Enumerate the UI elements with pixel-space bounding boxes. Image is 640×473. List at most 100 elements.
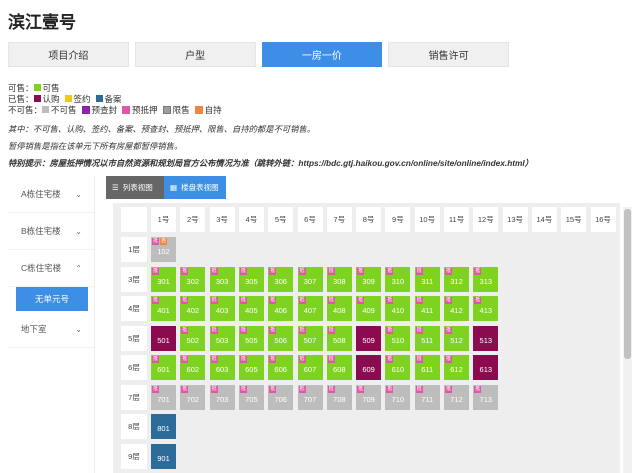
- unit-cell[interactable]: 608 抵: [326, 355, 352, 380]
- pre-mortgage-badge: 抵: [181, 267, 189, 275]
- unit-cell[interactable]: 709 抵: [356, 384, 382, 410]
- unit-cell[interactable]: 302 抵: [180, 266, 206, 292]
- unit-cell[interactable]: 311 抵: [414, 266, 440, 292]
- unit-cell[interactable]: 408 抵: [326, 296, 352, 321]
- unit-cell[interactable]: 403 抵: [209, 296, 235, 321]
- pre-mortgage-badge: 抵: [269, 326, 277, 334]
- unit-number: 512: [450, 335, 463, 345]
- unit-cell[interactable]: 410 抵: [385, 296, 411, 321]
- unit-cell[interactable]: 705 抵: [238, 384, 264, 410]
- unit-cell[interactable]: 508 抵: [326, 325, 352, 351]
- tab-bar: 项目介绍 户型 一房一价 销售许可: [8, 42, 509, 67]
- unit-cell[interactable]: 607 抵: [297, 355, 323, 380]
- unit-number: 506: [274, 335, 287, 345]
- unit-cell[interactable]: 301 抵: [151, 266, 176, 292]
- unit-cell[interactable]: 712 抵: [444, 384, 469, 410]
- unit-cell[interactable]: 707 抵: [297, 384, 323, 410]
- unit-number: 601: [157, 365, 170, 374]
- unit-cell[interactable]: 307 抵: [297, 266, 323, 292]
- unit-cell[interactable]: 713 抵: [473, 384, 499, 410]
- unit-cell[interactable]: 503 抵: [209, 325, 235, 351]
- unit-cell[interactable]: 612 抵: [444, 355, 469, 380]
- pre-mortgage-badge: 抵: [269, 267, 277, 275]
- unit-cell[interactable]: 610 抵: [385, 355, 411, 380]
- unit-cell[interactable]: 308 抵: [326, 266, 352, 292]
- pre-mortgage-badge: 抵: [298, 356, 306, 363]
- pre-mortgage-badge: 抵: [474, 267, 482, 275]
- pre-mortgage-badge: 抵: [239, 267, 247, 275]
- unit-cell[interactable]: 405 抵: [238, 296, 264, 321]
- unit-cell[interactable]: 303 抵: [209, 266, 235, 292]
- building-map-view-button[interactable]: ▦ 楼盘表视图: [164, 176, 226, 199]
- unit-cell[interactable]: 505 抵: [238, 325, 264, 351]
- unit-cell[interactable]: 312 抵: [444, 266, 469, 292]
- unit-cell[interactable]: 406 抵: [268, 296, 294, 321]
- unit-cell[interactable]: 510 抵: [385, 325, 411, 351]
- unit-cell[interactable]: 901: [151, 443, 176, 469]
- unit-cell[interactable]: 609: [356, 355, 382, 380]
- sidebar-item-label: B栋住宅楼: [21, 226, 61, 236]
- tab-floor-plan[interactable]: 户型: [134, 42, 256, 67]
- tab-project-intro[interactable]: 项目介绍: [8, 42, 129, 67]
- pre-mortgage-badge: 抵: [445, 267, 453, 275]
- unit-cell[interactable]: 310 抵: [385, 266, 411, 292]
- unit-cell[interactable]: 801: [151, 414, 176, 439]
- unit-cell[interactable]: 102 抵自: [151, 237, 176, 262]
- unit-cell[interactable]: 513: [473, 325, 499, 351]
- unit-number: 503: [215, 335, 229, 345]
- unit-cell[interactable]: 606 抵: [268, 355, 294, 380]
- sidebar-item-basement[interactable]: 地下室 ⌄: [8, 311, 94, 348]
- unit-cell[interactable]: 511 抵: [414, 325, 440, 351]
- unit-cell[interactable]: 506 抵: [268, 325, 294, 351]
- unit-cell[interactable]: 409 抵: [356, 296, 382, 321]
- unit-cell[interactable]: 711 抵: [414, 384, 440, 410]
- unit-cell[interactable]: 412 抵: [444, 296, 469, 321]
- unit-cell[interactable]: 313 抵: [473, 266, 499, 292]
- unit-cell[interactable]: 401 抵: [151, 296, 176, 321]
- tab-sales-permit[interactable]: 销售许可: [388, 42, 509, 67]
- sidebar-item-c[interactable]: C栋住宅楼 ⌃: [8, 250, 94, 287]
- pre-mortgage-badge: 抵: [445, 326, 453, 334]
- unit-cell[interactable]: 507 抵: [297, 325, 323, 351]
- legend-item: 预抵押: [122, 104, 158, 116]
- sidebar-item-b[interactable]: B栋住宅楼 ⌄: [8, 213, 94, 250]
- floor-label: 7层: [121, 384, 147, 410]
- unit-number: 609: [362, 365, 375, 374]
- unit-cell[interactable]: 402 抵: [180, 296, 206, 321]
- legend-swatch: [33, 84, 41, 91]
- unit-number: 413: [479, 306, 493, 315]
- unit-cell[interactable]: 613: [473, 355, 499, 380]
- unit-cell[interactable]: 601 抵: [151, 355, 176, 380]
- unit-cell[interactable]: 502 抵: [180, 325, 206, 351]
- unit-cell[interactable]: 703 抵: [209, 384, 235, 410]
- sidebar-item-a[interactable]: A栋住宅楼 ⌄: [8, 176, 94, 213]
- sidebar-subitem-no-unit[interactable]: 无单元号: [16, 287, 88, 311]
- tab-price-list[interactable]: 一房一价: [261, 42, 383, 67]
- unit-cell[interactable]: 702 抵: [180, 384, 206, 410]
- unit-number: 710: [391, 394, 405, 404]
- scrollbar-thumb[interactable]: [624, 209, 631, 359]
- unit-cell[interactable]: 501: [151, 325, 176, 351]
- unit-cell[interactable]: 611 抵: [414, 355, 440, 380]
- unit-cell[interactable]: 509: [356, 325, 382, 351]
- unit-cell[interactable]: 605 抵: [238, 355, 264, 380]
- unit-cell[interactable]: 710 抵: [385, 384, 411, 410]
- grid-scrollbar[interactable]: [623, 207, 632, 473]
- unit-cell[interactable]: 706 抵: [268, 384, 294, 410]
- floor-label: 6层: [121, 355, 147, 380]
- unit-cell[interactable]: 306 抵: [268, 266, 294, 292]
- unit-cell[interactable]: 603 抵: [209, 355, 235, 380]
- unit-cell[interactable]: 602 抵: [180, 355, 206, 380]
- grid-corner: [121, 207, 147, 232]
- unit-cell[interactable]: 411 抵: [414, 296, 440, 321]
- sidebar-item-label: C栋住宅楼: [21, 263, 62, 273]
- unit-cell[interactable]: 708 抵: [326, 384, 352, 410]
- unit-cell[interactable]: 305 抵: [238, 266, 264, 292]
- unit-cell[interactable]: 413 抵: [473, 296, 499, 321]
- unit-cell[interactable]: 512 抵: [444, 325, 469, 351]
- list-view-button[interactable]: ☰ 列表视图: [106, 176, 164, 199]
- unit-cell[interactable]: 407 抵: [297, 296, 323, 321]
- unit-cell[interactable]: 701 抵: [151, 384, 176, 410]
- pre-mortgage-badge: 抵: [181, 297, 189, 304]
- unit-cell[interactable]: 309 抵: [356, 266, 382, 292]
